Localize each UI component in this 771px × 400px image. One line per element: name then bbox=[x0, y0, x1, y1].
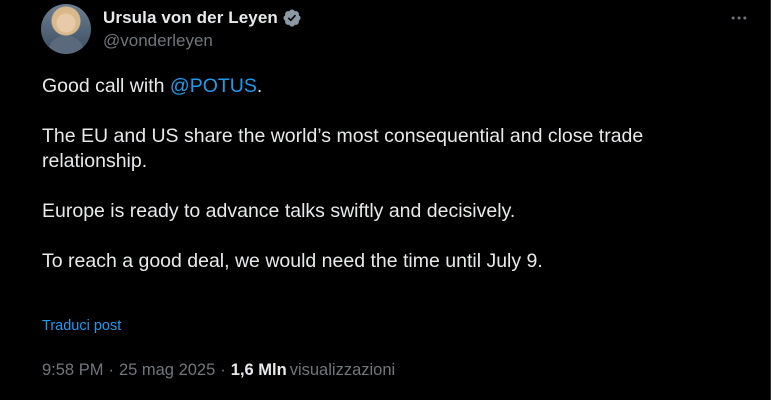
mention-link[interactable]: @POTUS bbox=[170, 75, 257, 97]
tweet-paragraph: To reach a good deal, we would need the … bbox=[42, 250, 543, 272]
name-row: Ursula von der Leyen bbox=[103, 7, 302, 29]
tweet-header: Ursula von der Leyen @vonderleyen bbox=[41, 4, 771, 54]
views-count: 1,6 Mln bbox=[230, 361, 287, 379]
author-display-name[interactable]: Ursula von der Leyen bbox=[103, 8, 278, 28]
author-info: Ursula von der Leyen @vonderleyen bbox=[103, 7, 302, 51]
tweet-meta: 9:58 PM · 25 mag 2025 · 1,6 Mln visualiz… bbox=[42, 361, 395, 380]
more-options-icon[interactable] bbox=[729, 8, 749, 28]
tweet-date[interactable]: 25 mag 2025 bbox=[119, 361, 215, 380]
verified-badge-icon[interactable] bbox=[282, 8, 302, 28]
tweet: Ursula von der Leyen @vonderleyen Good c… bbox=[0, 0, 771, 400]
author-handle[interactable]: @vonderleyen bbox=[103, 31, 302, 51]
translate-post-link[interactable]: Traduci post bbox=[42, 318, 121, 334]
tweet-line1-prefix: Good call with bbox=[42, 75, 170, 97]
tweet-paragraph: The EU and US share the world’s most con… bbox=[42, 125, 644, 172]
tweet-paragraph: Europe is ready to advance talks swiftly… bbox=[42, 200, 516, 222]
meta-separator: · bbox=[108, 361, 114, 379]
tweet-paragraph: Good call with @POTUS. bbox=[42, 74, 731, 99]
tweet-line1-suffix: . bbox=[256, 75, 263, 97]
meta-separator: · bbox=[220, 361, 226, 379]
avatar[interactable] bbox=[41, 4, 91, 54]
views-label: visualizzazioni bbox=[289, 361, 396, 379]
tweet-time[interactable]: 9:58 PM bbox=[42, 361, 103, 380]
tweet-text: Good call with @POTUS. The EU and US sha… bbox=[42, 74, 731, 274]
